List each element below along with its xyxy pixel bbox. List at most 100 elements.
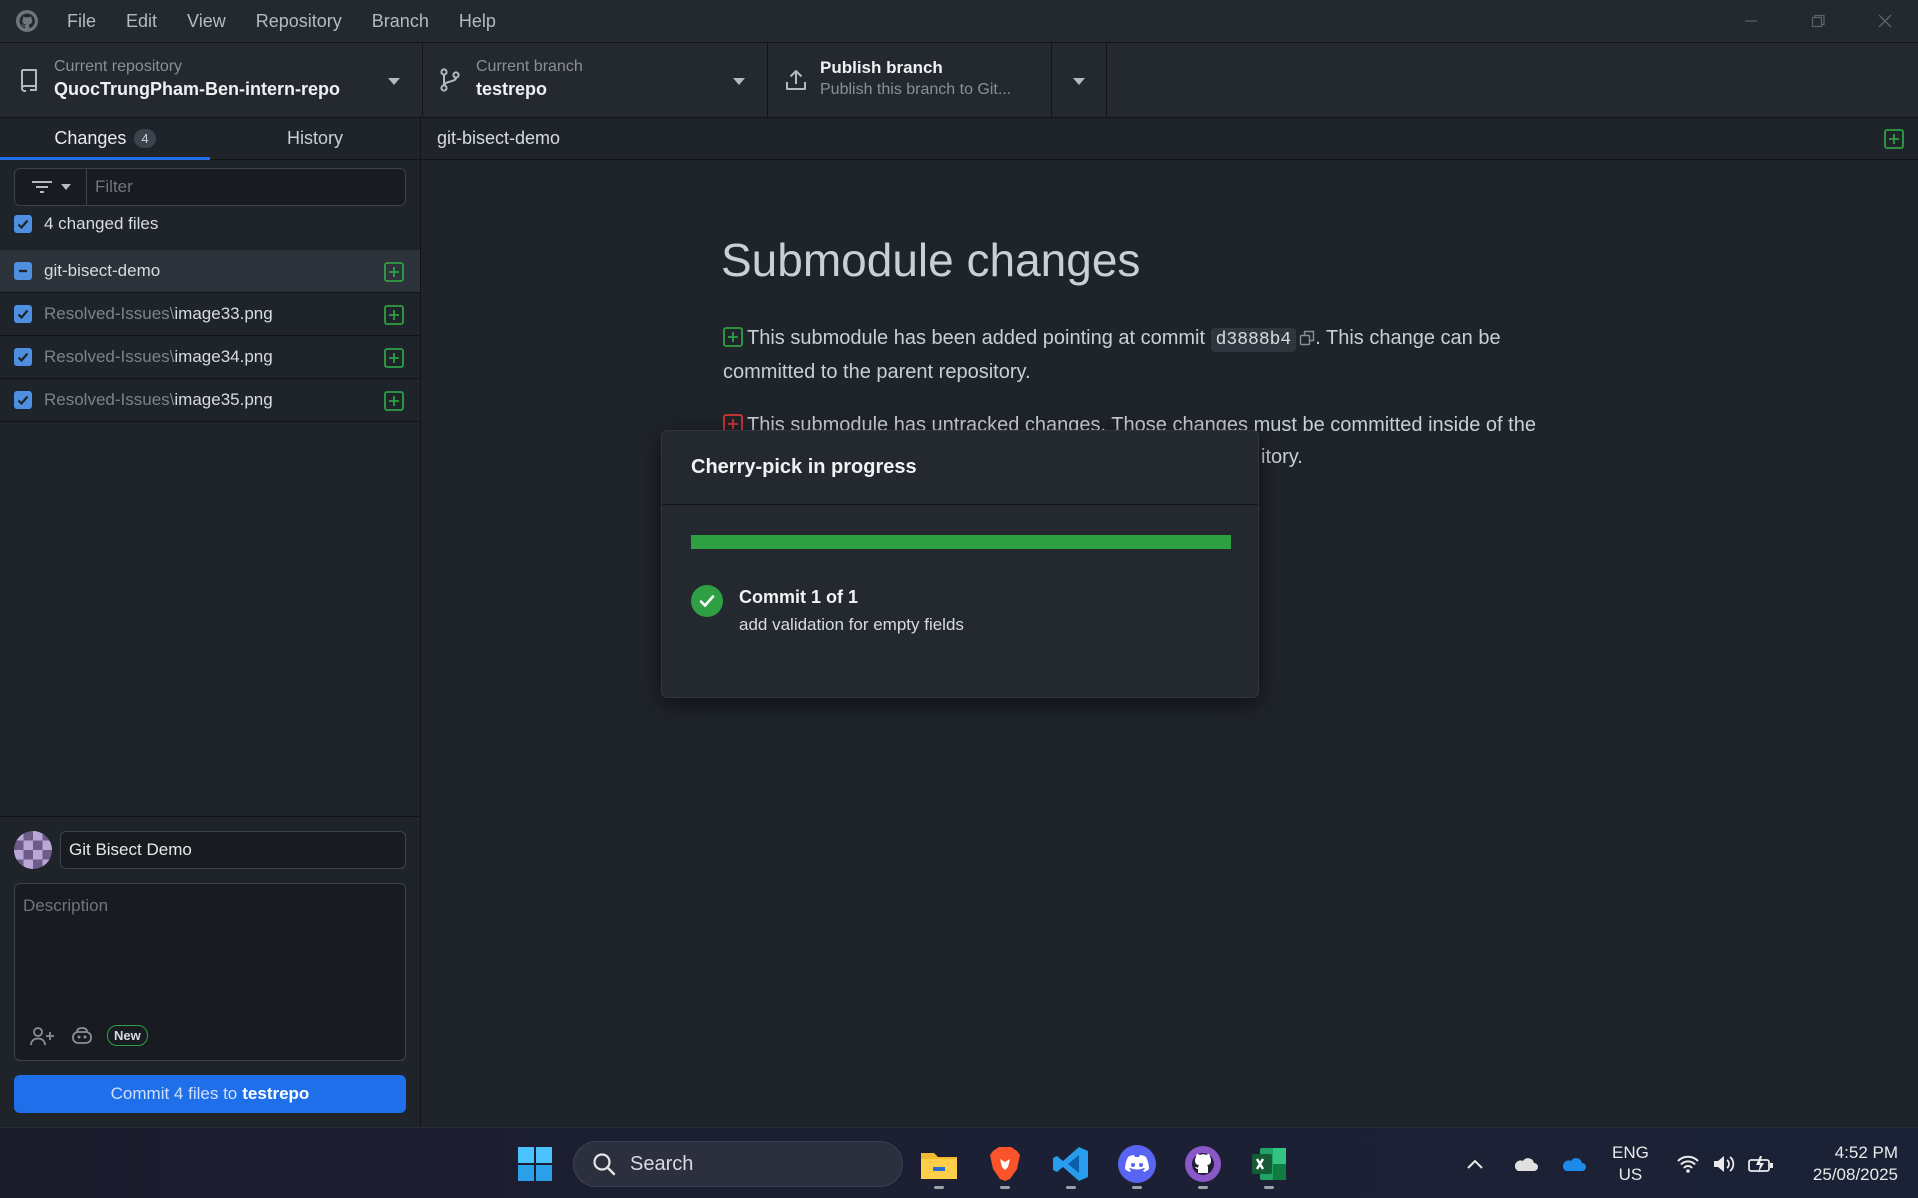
volume-icon [1712, 1154, 1736, 1174]
copilot-icon[interactable] [71, 1026, 93, 1046]
menu-help[interactable]: Help [459, 7, 496, 36]
sidebar-tabs: Changes 4 History [0, 118, 420, 160]
wifi-icon [1676, 1154, 1700, 1174]
menu-view[interactable]: View [187, 7, 226, 36]
minimize-icon [1744, 20, 1757, 22]
brave-browser-app[interactable] [981, 1140, 1029, 1189]
onedrive-business-cloud-icon[interactable] [1560, 1155, 1586, 1173]
close-window-button[interactable] [1851, 0, 1918, 42]
list-item[interactable]: Resolved-Issues\image33.png [0, 293, 420, 336]
battery-charging-icon [1748, 1154, 1774, 1174]
cherry-pick-progress-dialog: Cherry-pick in progress Commit 1 of 1 ad… [661, 430, 1259, 698]
menu-edit[interactable]: Edit [126, 7, 157, 36]
check-icon [17, 219, 29, 230]
start-button[interactable] [511, 1140, 559, 1188]
file-name: image34.png [174, 347, 273, 366]
file-name: image35.png [174, 390, 273, 409]
quick-settings[interactable] [1676, 1128, 1774, 1198]
chevron-down-icon [732, 77, 746, 87]
filter-options-button[interactable] [15, 169, 87, 205]
menu-repository[interactable]: Repository [256, 7, 342, 36]
commit-sha: d3888b4 [1210, 328, 1297, 352]
restore-button[interactable] [1784, 0, 1851, 42]
file-checkbox-partial[interactable] [14, 262, 32, 280]
commit-step-title: Commit 1 of 1 [739, 587, 859, 607]
input-language-indicator[interactable]: ENG US [1612, 1142, 1649, 1186]
chevron-down-icon [1072, 77, 1086, 87]
running-indicator [1066, 1186, 1076, 1189]
repository-label: Current repository [54, 58, 183, 75]
progress-bar [691, 535, 1231, 549]
copy-icon[interactable] [1299, 330, 1315, 346]
excel-app[interactable] [1245, 1140, 1293, 1189]
file-dir: Resolved-Issues\ [44, 390, 175, 409]
taskbar: Search ENG US 4:52 PM 25/08/2025 [0, 1127, 1918, 1198]
vscode-icon [1053, 1147, 1088, 1181]
commit-summary-input[interactable] [60, 831, 406, 869]
clock-date: 25/08/2025 [1812, 1165, 1898, 1184]
clock[interactable]: 4:52 PM 25/08/2025 [1813, 1142, 1898, 1186]
menu-file[interactable]: File [67, 7, 96, 36]
file-added-icon [384, 262, 404, 282]
excel-icon [1252, 1148, 1286, 1180]
description-placeholder: Description [23, 896, 109, 915]
file-dir: Resolved-Issues\ [44, 347, 175, 366]
chevron-down-icon [387, 77, 401, 87]
check-icon [17, 395, 29, 406]
vscode-app[interactable] [1047, 1140, 1095, 1189]
search-label: Search [630, 1152, 694, 1175]
progress-bar-fill [691, 535, 1231, 549]
discord-app[interactable] [1113, 1140, 1161, 1189]
file-checkbox[interactable] [14, 391, 32, 409]
file-checkbox[interactable] [14, 305, 32, 323]
commit-button[interactable]: Commit 4 files to testrepo [14, 1075, 406, 1113]
current-branch-button[interactable]: Current branch testrepo [423, 43, 768, 117]
keyboard-layout: US [1618, 1165, 1643, 1184]
minimize-button[interactable] [1717, 0, 1784, 42]
commit-panel: Description New Commit 4 files totestrep… [0, 816, 420, 1127]
tab-history[interactable]: History [210, 118, 420, 159]
running-indicator [1198, 1186, 1208, 1189]
chevron-down-icon [60, 184, 71, 190]
taskbar-search[interactable]: Search [573, 1141, 903, 1187]
tab-changes-label: Changes [54, 128, 127, 148]
added-message-continuation: committed to the parent repository. [723, 361, 1031, 383]
commit-description-field[interactable]: Description New [14, 883, 406, 1061]
publish-branch-button[interactable]: Publish branch Publish this branch to Gi… [768, 43, 1052, 117]
added-message-tail: . This change can be [1315, 327, 1501, 349]
list-item[interactable]: Resolved-Issues\image34.png [0, 336, 420, 379]
tab-changes[interactable]: Changes 4 [0, 118, 210, 160]
added-message-text: This submodule has been added pointing a… [747, 327, 1206, 349]
filter-input[interactable] [87, 169, 405, 205]
file-dir: Resolved-Issues\ [44, 304, 175, 323]
list-item[interactable]: Resolved-Issues\image35.png [0, 379, 420, 422]
publish-dropdown-button[interactable] [1052, 43, 1107, 117]
file-checkbox[interactable] [14, 348, 32, 366]
folder-icon [921, 1153, 957, 1179]
list-item[interactable]: git-bisect-demo [0, 250, 420, 293]
commit-button-branch: testrepo [242, 1084, 310, 1103]
search-icon [593, 1153, 616, 1176]
menu-branch[interactable]: Branch [372, 7, 429, 36]
brave-icon [990, 1147, 1020, 1181]
branch-name: testrepo [476, 79, 548, 99]
file-explorer-app[interactable] [915, 1140, 963, 1189]
file-added-icon [384, 348, 404, 368]
commit-button-label: Commit 4 files to [110, 1084, 238, 1103]
sidebar: Changes 4 History 4 changed files git-bi… [0, 118, 421, 1127]
publish-branch-subtitle: Publish this branch to Git... [820, 81, 1012, 98]
submodule-added-message-cont: committed to the parent repository. [723, 355, 1623, 389]
submodule-added-message: This submodule has been added pointing a… [723, 321, 1623, 357]
filter-icon [31, 181, 52, 193]
select-all-row: 4 changed files [14, 214, 158, 234]
current-repository-button[interactable]: Current repository QuocTrungPham-Ben-int… [0, 43, 423, 117]
avatar [14, 831, 52, 869]
github-desktop-app[interactable] [1179, 1140, 1227, 1189]
select-all-checkbox[interactable] [14, 215, 32, 233]
windows-start-icon [518, 1147, 552, 1181]
changes-count-badge: 4 [134, 129, 156, 148]
file-added-icon [384, 305, 404, 325]
onedrive-personal-cloud-icon[interactable] [1512, 1155, 1538, 1173]
add-coauthor-icon[interactable] [29, 1026, 57, 1046]
show-hidden-icons-chevron-up-icon[interactable] [1466, 1158, 1484, 1170]
